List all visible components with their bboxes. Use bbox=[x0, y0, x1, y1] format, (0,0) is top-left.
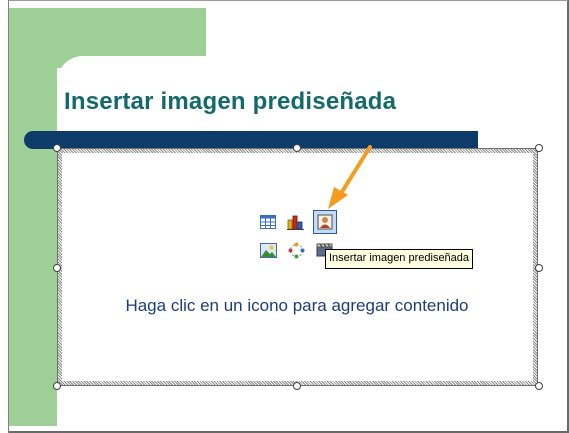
chart-icon bbox=[287, 215, 304, 230]
table-icon bbox=[260, 215, 276, 229]
pointer-arrow-icon bbox=[328, 145, 372, 209]
slide-title[interactable]: Insertar imagen prediseñada bbox=[64, 88, 396, 116]
insert-picture-button[interactable] bbox=[257, 239, 279, 261]
insert-table-button[interactable] bbox=[257, 211, 279, 233]
slide-left-edge bbox=[0, 0, 9, 433]
title-underline-bar bbox=[24, 131, 478, 149]
resize-handle-top-center[interactable] bbox=[293, 144, 301, 152]
diagram-icon bbox=[288, 242, 304, 258]
resize-handle-bottom-left[interactable] bbox=[53, 382, 61, 390]
resize-handle-top-left[interactable] bbox=[53, 144, 61, 152]
resize-handle-middle-right[interactable] bbox=[535, 264, 543, 272]
resize-handle-bottom-center[interactable] bbox=[293, 382, 301, 390]
resize-handle-bottom-right[interactable] bbox=[535, 382, 543, 390]
clip-art-icon bbox=[317, 214, 333, 230]
insert-diagram-button[interactable] bbox=[285, 239, 307, 261]
picture-icon bbox=[259, 242, 277, 258]
tooltip: Insertar imagen prediseñada bbox=[325, 249, 474, 269]
placeholder-instruction-text: Haga clic en un icono para agregar conte… bbox=[125, 296, 469, 315]
resize-handle-top-right[interactable] bbox=[535, 144, 543, 152]
insert-chart-button[interactable] bbox=[285, 211, 307, 233]
green-accent-band bbox=[9, 8, 57, 426]
resize-handle-middle-left[interactable] bbox=[53, 264, 61, 272]
